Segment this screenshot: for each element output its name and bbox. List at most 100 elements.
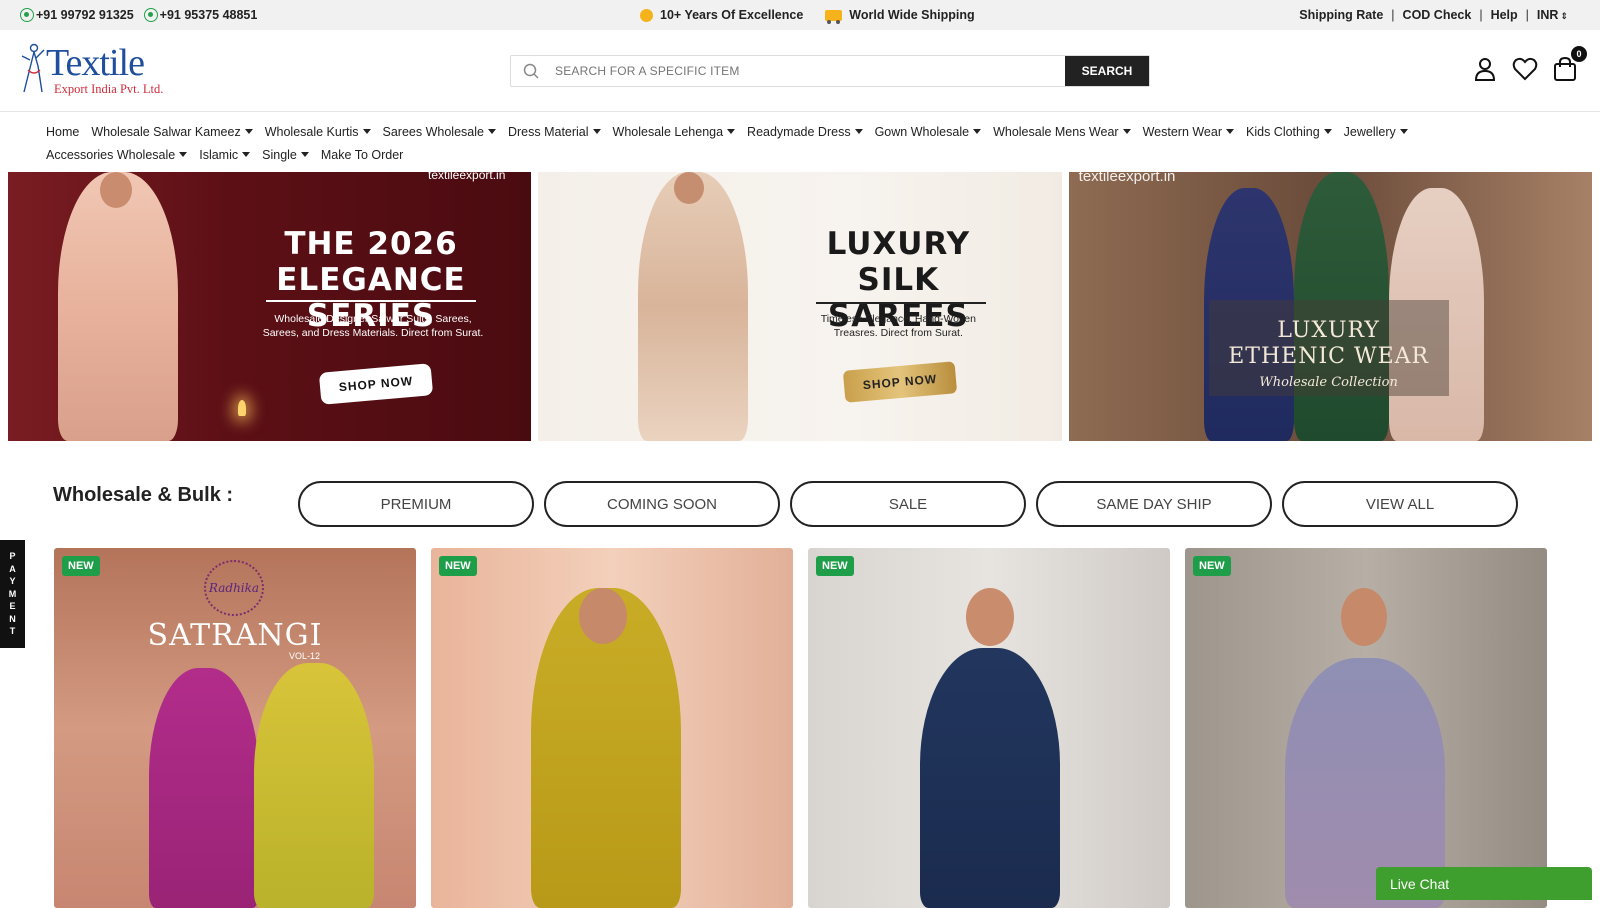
currency-select[interactable]: INR⇕ (1537, 8, 1568, 22)
cart-icon[interactable]: 0 (1552, 56, 1578, 82)
product-card[interactable]: NEW (431, 548, 793, 908)
nav-item-gown-wholesale[interactable]: Gown Wholesale (875, 125, 982, 139)
banner-watermark: textileexport.in (428, 172, 505, 182)
whatsapp-icon (20, 8, 34, 22)
medal-icon (640, 9, 653, 22)
model-face (966, 588, 1014, 646)
nav-item-label: Gown Wholesale (875, 125, 970, 139)
caret-down-icon (488, 129, 496, 134)
product-card[interactable]: NEW (1185, 548, 1547, 908)
nav-item-jewellery[interactable]: Jewellery (1344, 125, 1408, 139)
nav-item-wholesale-lehenga[interactable]: Wholesale Lehenga (613, 125, 736, 139)
filter-premium[interactable]: PREMIUM (298, 481, 534, 527)
new-badge: NEW (439, 556, 477, 576)
nav-item-islamic[interactable]: Islamic (199, 148, 250, 162)
banner-subtitle: Wholesale Collection (1209, 375, 1449, 390)
nav-item-label: Wholesale Kurtis (265, 125, 359, 139)
nav-item-label: Dress Material (508, 125, 589, 139)
banner-elegance-series[interactable]: textileexport.in THE 2026 ELEGANCE SERIE… (8, 172, 531, 441)
shop-now-button[interactable]: SHOP NOW (319, 363, 433, 405)
caret-down-icon (1123, 129, 1131, 134)
banner-silk-sarees[interactable]: LUXURY SILK SAREES Timeless Elegance. Ha… (538, 172, 1061, 441)
site-logo[interactable]: Textile Export India Pvt. Ltd. (20, 42, 180, 100)
nav-item-home[interactable]: Home (46, 125, 79, 139)
caret-down-icon (301, 152, 309, 157)
nav-item-wholesale-kurtis[interactable]: Wholesale Kurtis (265, 125, 371, 139)
banner-description: Timeless Elegance. Hand-Woven Treasres. … (808, 312, 988, 340)
caret-down-icon (179, 152, 187, 157)
banner-ethnic-wear[interactable]: textileexport.in LUXURY ETHENIC WEAR Who… (1069, 172, 1592, 441)
payment-letter: E (9, 600, 15, 613)
filter-view-all[interactable]: VIEW ALL (1282, 481, 1518, 527)
nav-row-2: Accessories Wholesale Islamic Single Make T… (46, 143, 1546, 166)
shipping-rate-link[interactable]: Shipping Rate (1299, 8, 1383, 22)
model-face (100, 172, 132, 208)
nav-item-make-to-order[interactable]: Make To Order (321, 148, 403, 162)
new-badge: NEW (62, 556, 100, 576)
caret-down-icon (245, 129, 253, 134)
divider (816, 302, 986, 304)
phone-list: +91 99792 91325 +91 95375 48851 (20, 8, 257, 22)
banner-watermark: textileexport.in (1079, 172, 1176, 185)
separator: | (1391, 8, 1394, 22)
banner-title: LUXURY ETHENIC WEAR (1209, 318, 1449, 370)
nav-item-label: Jewellery (1344, 125, 1396, 139)
banner-title-line: THE 2026 (256, 226, 486, 262)
filter-pills: PREMIUM COMING SOON SALE SAME DAY SHIP V… (298, 481, 1518, 527)
nav-item-label: Wholesale Lehenga (613, 125, 724, 139)
filter-sale[interactable]: SALE (790, 481, 1026, 527)
search-button[interactable]: SEARCH (1065, 56, 1149, 86)
new-badge: NEW (1193, 556, 1231, 576)
account-icon[interactable] (1472, 56, 1498, 82)
promo-shipping: World Wide Shipping (825, 8, 974, 22)
caret-down-icon (1324, 129, 1332, 134)
cart-count-badge: 0 (1571, 46, 1587, 62)
product-card[interactable]: NEW (808, 548, 1170, 908)
caret-down-icon (973, 129, 981, 134)
payment-side-tab[interactable]: P A Y M E N T (0, 540, 25, 648)
phone-link-2[interactable]: +91 95375 48851 (144, 8, 258, 22)
search-input[interactable] (551, 56, 1065, 86)
filter-coming-soon[interactable]: COMING SOON (544, 481, 780, 527)
model-figure (149, 668, 259, 908)
whatsapp-icon (144, 8, 158, 22)
nav-item-single[interactable]: Single (262, 148, 309, 162)
header-icons: 0 (1472, 56, 1578, 82)
hero-banners: textileexport.in THE 2026 ELEGANCE SERIE… (8, 172, 1592, 441)
nav-item-western-wear[interactable]: Western Wear (1143, 125, 1234, 139)
model-figure (920, 648, 1060, 908)
nav-item-readymade-dress[interactable]: Readymade Dress (747, 125, 863, 139)
shop-now-button[interactable]: SHOP NOW (843, 361, 957, 403)
nav-item-wholesale-mens-wear[interactable]: Wholesale Mens Wear (993, 125, 1131, 139)
nav-item-label: Sarees Wholesale (383, 125, 484, 139)
caret-down-icon (855, 129, 863, 134)
filter-same-day-ship[interactable]: SAME DAY SHIP (1036, 481, 1272, 527)
nav-item-label: Western Wear (1143, 125, 1222, 139)
currency-label: INR (1537, 8, 1559, 22)
model-figure (254, 663, 374, 908)
nav-item-sarees-wholesale[interactable]: Sarees Wholesale (383, 125, 496, 139)
caret-down-icon (363, 129, 371, 134)
wishlist-heart-icon[interactable] (1512, 56, 1538, 82)
model-face (1341, 588, 1387, 646)
live-chat-button[interactable]: Live Chat (1376, 867, 1592, 900)
caret-down-icon (1226, 129, 1234, 134)
help-link[interactable]: Help (1491, 8, 1518, 22)
search-icon (511, 56, 551, 86)
nav-item-kids-clothing[interactable]: Kids Clothing (1246, 125, 1332, 139)
nav-item-label: Islamic (199, 148, 238, 162)
brand-title: SATRANGI (54, 618, 416, 653)
cod-check-link[interactable]: COD Check (1403, 8, 1472, 22)
payment-letter: N (9, 613, 16, 626)
phone-number: +91 95375 48851 (160, 8, 258, 22)
phone-number: +91 99792 91325 (36, 8, 134, 22)
product-card[interactable]: Radhika SATRANGI VOL-12 NEW (54, 548, 416, 908)
nav-item-dress-material[interactable]: Dress Material (508, 125, 601, 139)
nav-item-wholesale-salwar-kameez[interactable]: Wholesale Salwar Kameez (91, 125, 252, 139)
nav-item-accessories-wholesale[interactable]: Accessories Wholesale (46, 148, 187, 162)
candle-icon (238, 400, 246, 416)
divider (266, 300, 476, 302)
truck-icon (825, 10, 842, 21)
model-figure (58, 172, 178, 441)
phone-link-1[interactable]: +91 99792 91325 (20, 8, 134, 22)
